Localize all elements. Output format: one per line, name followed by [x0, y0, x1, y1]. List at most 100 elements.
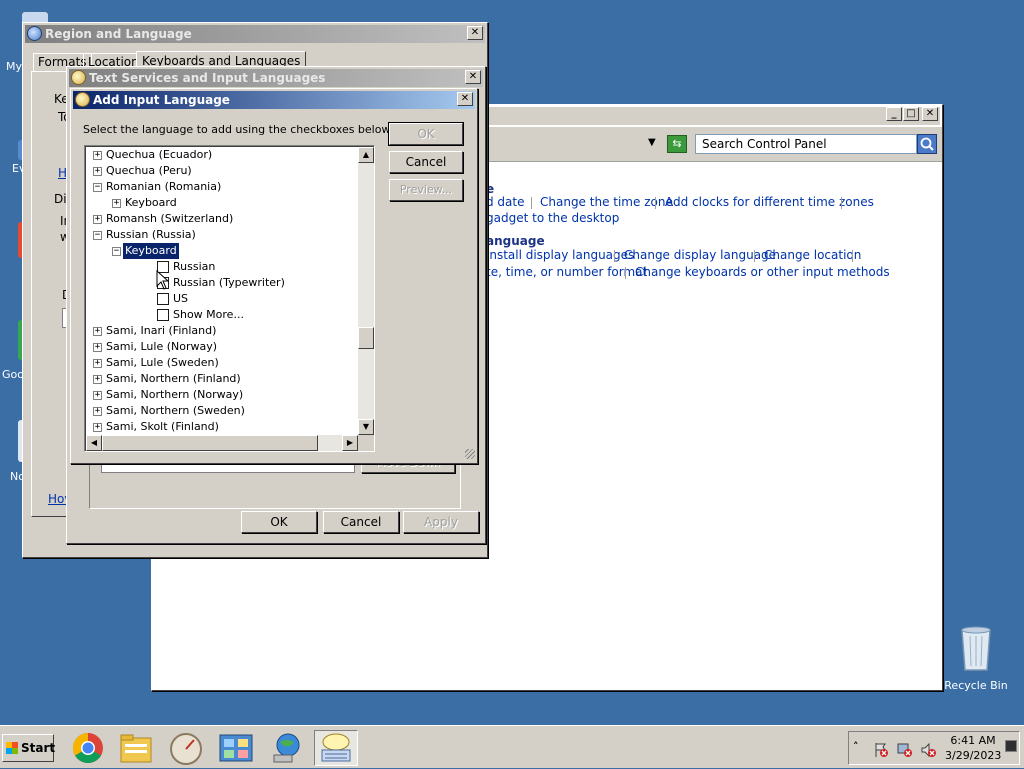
divider — [614, 250, 615, 262]
tree-item-label: US — [173, 292, 189, 305]
expand-icon[interactable]: + — [93, 343, 102, 352]
taskbar-control-panel[interactable] — [214, 730, 258, 766]
network-icon[interactable] — [897, 742, 913, 758]
cancel-button[interactable]: Cancel — [323, 511, 399, 533]
close-button[interactable]: ✕ — [467, 26, 483, 40]
link-change-time-zone[interactable]: Change the time zone — [540, 195, 673, 209]
taskbar-network[interactable] — [264, 730, 308, 766]
tree-checkbox-item[interactable]: Show More... — [85, 307, 357, 323]
globe-icon — [273, 733, 300, 763]
chevron-down-icon[interactable]: ▼ — [648, 137, 656, 148]
tree-node[interactable]: + Sami, Inari (Finland) — [85, 323, 357, 339]
link-change-date-format[interactable]: te, time, or number format — [486, 265, 647, 279]
link-change-keyboards[interactable]: Change keyboards or other input methods — [635, 265, 890, 279]
vertical-scroll-thumb[interactable] — [358, 327, 374, 349]
expand-icon[interactable]: + — [93, 327, 102, 336]
expand-icon[interactable]: + — [93, 391, 102, 400]
preview-button[interactable]: Preview... — [389, 179, 463, 201]
expand-icon[interactable]: + — [93, 215, 102, 224]
tree-node[interactable]: + Sami, Lule (Sweden) — [85, 355, 357, 371]
tree-node[interactable]: − Russian (Russia) — [85, 227, 357, 243]
show-desktop-icon[interactable] — [1005, 740, 1017, 752]
tree-item-label: Sami, Skolt (Finland) — [106, 420, 219, 433]
expand-icon[interactable]: + — [112, 199, 121, 208]
close-button[interactable]: ✕ — [457, 92, 473, 106]
tree-node[interactable]: − Romanian (Romania) — [85, 179, 357, 195]
ok-button[interactable]: OK — [388, 122, 464, 146]
control-panel-icon — [219, 734, 253, 762]
tree-node[interactable]: + Sami, Lule (Norway) — [85, 339, 357, 355]
expand-icon[interactable]: + — [93, 359, 102, 368]
scroll-corner — [358, 435, 374, 451]
keyboard-icon — [321, 733, 351, 762]
tree-item-label: Sami, Inari (Finland) — [106, 324, 217, 337]
close-button[interactable]: ✕ — [922, 107, 938, 121]
tree-checkbox-item[interactable]: US — [85, 291, 357, 307]
clock[interactable]: 6:41 AM 3/29/2023 — [945, 733, 1001, 763]
expand-icon[interactable]: + — [93, 375, 102, 384]
link-change-location[interactable]: Change location — [764, 248, 861, 262]
desktop-icon-recycle-bin[interactable]: Recycle Bin — [944, 624, 1008, 694]
ok-button[interactable]: OK — [241, 511, 317, 533]
chrome-icon — [72, 733, 103, 764]
action-center-flag-icon[interactable] — [873, 742, 889, 758]
tree-node[interactable]: + Quechua (Peru) — [85, 163, 357, 179]
search-input[interactable]: Search Control Panel — [695, 134, 917, 154]
region-language-titlebar[interactable]: Region and Language — [25, 25, 485, 43]
link-add-clocks[interactable]: Add clocks for different time zones — [665, 195, 874, 209]
apply-button[interactable]: Apply — [403, 511, 479, 533]
scroll-right-button[interactable]: ▶ — [342, 435, 358, 451]
taskbar-chrome[interactable] — [66, 730, 110, 766]
refresh-icon[interactable]: ⇆ — [667, 135, 687, 153]
tree-node[interactable]: + Sami, Northern (Sweden) — [85, 403, 357, 419]
taskbar-performance[interactable] — [164, 730, 208, 766]
link-set-date[interactable]: d date — [486, 195, 525, 209]
maximize-button[interactable]: □ — [903, 107, 919, 121]
tree-item-label: Sami, Lule (Sweden) — [106, 356, 219, 369]
tree-node[interactable]: + Sami, Skolt (Finland) — [85, 419, 357, 435]
tree-node[interactable]: − Keyboard — [85, 242, 357, 260]
tree-node[interactable]: + Sami, Northern (Norway) — [85, 387, 357, 403]
language-tree[interactable]: + Quechua (Ecuador) + Quechua (Peru) − Romani… — [84, 145, 375, 452]
tree-checkbox-item[interactable]: Russian (Typewriter) — [85, 275, 357, 291]
collapse-icon[interactable]: − — [93, 231, 102, 240]
scroll-left-button[interactable]: ◀ — [86, 435, 102, 451]
search-icon[interactable] — [917, 134, 937, 154]
link-add-clock-gadget[interactable]: gadget to the desktop — [486, 211, 619, 225]
expand-icon[interactable]: + — [93, 407, 102, 416]
keyboard-icon — [71, 70, 86, 85]
expand-icon[interactable]: + — [93, 167, 102, 176]
vertical-scrollbar[interactable] — [358, 147, 374, 435]
cancel-button[interactable]: Cancel — [389, 151, 463, 173]
text-services-titlebar[interactable]: Text Services and Input Languages — [69, 69, 483, 87]
tree-node[interactable]: + Quechua (Ecuador) — [85, 147, 357, 163]
close-button[interactable]: ✕ — [465, 70, 481, 84]
scroll-up-button[interactable]: ▲ — [358, 147, 374, 163]
checkbox[interactable] — [157, 293, 169, 305]
horizontal-scroll-thumb[interactable] — [102, 435, 318, 451]
globe-icon — [27, 26, 42, 41]
expand-icon[interactable]: + — [93, 151, 102, 160]
checkbox[interactable] — [157, 309, 169, 321]
divider — [754, 250, 755, 262]
mouse-cursor-icon — [156, 270, 170, 290]
tree-item-label: Sami, Northern (Norway) — [106, 388, 244, 401]
collapse-icon[interactable]: − — [93, 183, 102, 192]
collapse-icon[interactable]: − — [112, 247, 121, 256]
divider — [655, 197, 656, 209]
expand-icon[interactable]: + — [93, 423, 102, 432]
tree-node[interactable]: + Sami, Northern (Finland) — [85, 371, 357, 387]
scroll-down-button[interactable]: ▼ — [358, 419, 374, 435]
volume-muted-icon[interactable] — [921, 742, 937, 758]
tree-checkbox-item[interactable]: Russian — [85, 259, 357, 275]
link-install-display-languages[interactable]: install display languages — [486, 248, 634, 262]
resize-grip[interactable] — [465, 449, 475, 459]
minimize-button[interactable]: _ — [886, 107, 902, 121]
start-button[interactable]: Start — [2, 734, 55, 762]
taskbar-text-services[interactable] — [314, 730, 358, 766]
show-hidden-icons-icon[interactable]: ˄ — [853, 740, 859, 753]
add-input-language-titlebar[interactable]: Add Input Language — [73, 91, 475, 109]
tree-node[interactable]: + Romansh (Switzerland) — [85, 211, 357, 227]
tree-node[interactable]: + Keyboard — [85, 195, 357, 211]
taskbar-explorer[interactable] — [114, 730, 158, 766]
